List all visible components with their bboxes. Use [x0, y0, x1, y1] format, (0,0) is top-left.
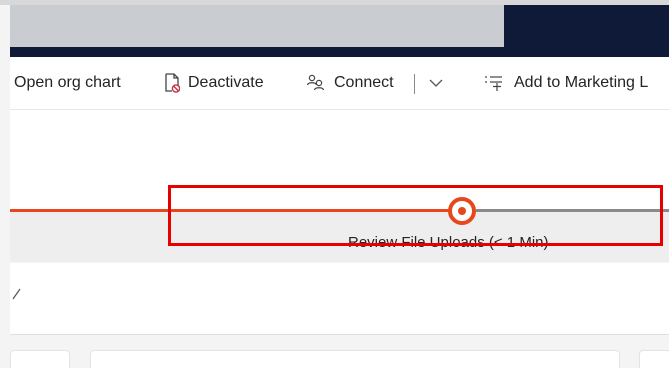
- form-field-section: [10, 263, 669, 335]
- form-card: [10, 350, 70, 368]
- open-org-chart-label: Open org chart: [14, 74, 121, 91]
- connect-label: Connect: [334, 74, 394, 91]
- window-left-border: [0, 5, 10, 367]
- checkmark-icon: [11, 287, 23, 306]
- toolbar-divider: [414, 74, 415, 94]
- form-card: [639, 350, 669, 368]
- search-box[interactable]: [10, 5, 504, 47]
- command-bar: Open org chart Deactivate Connect Add to…: [10, 57, 669, 110]
- form-card: [90, 350, 620, 368]
- annotation-underline: [348, 243, 663, 246]
- people-connect-icon: [306, 74, 326, 92]
- add-to-marketing-list-label: Add to Marketing L: [514, 74, 649, 91]
- document-blocked-icon: [164, 73, 180, 93]
- annotation-highlight-box: [168, 185, 663, 246]
- add-to-marketing-list-button[interactable]: Add to Marketing L: [484, 57, 648, 109]
- deactivate-button[interactable]: Deactivate: [164, 57, 264, 109]
- add-to-list-icon: [484, 74, 504, 92]
- open-org-chart-button[interactable]: Open org chart: [14, 57, 121, 109]
- chevron-down-icon[interactable]: [428, 75, 444, 91]
- deactivate-label: Deactivate: [188, 74, 264, 91]
- connect-button[interactable]: Connect: [306, 57, 394, 109]
